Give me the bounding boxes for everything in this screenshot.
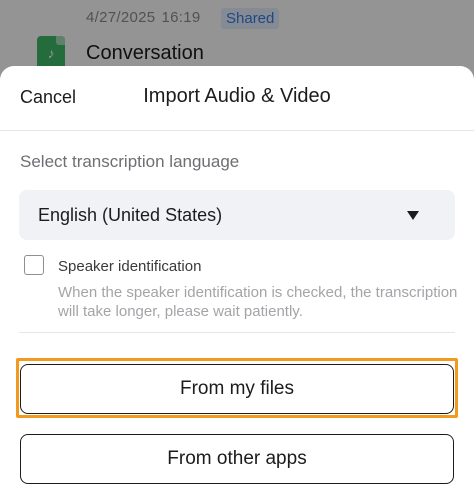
language-label: Select transcription language bbox=[20, 152, 240, 171]
screen: 4/27/2025 16:19 Shared ♪ Conversation Can… bbox=[0, 0, 474, 504]
divider bbox=[19, 332, 455, 333]
import-sheet: Cancel Import Audio & Video Select trans… bbox=[0, 66, 474, 504]
from-other-apps-button[interactable]: From other apps bbox=[20, 434, 454, 484]
language-selected-value: English (United States) bbox=[38, 205, 223, 225]
language-select[interactable]: English (United States) bbox=[19, 190, 455, 240]
from-my-files-button[interactable]: From my files bbox=[20, 364, 454, 414]
speaker-identification-checkbox[interactable] bbox=[24, 255, 44, 275]
speaker-identification-hint: When the speaker identification is check… bbox=[58, 284, 458, 320]
sheet-header: Cancel Import Audio & Video bbox=[0, 66, 474, 131]
dropdown-caret-icon bbox=[407, 211, 419, 220]
sheet-title: Import Audio & Video bbox=[143, 85, 331, 107]
speaker-identification-label[interactable]: Speaker identification bbox=[58, 258, 201, 275]
